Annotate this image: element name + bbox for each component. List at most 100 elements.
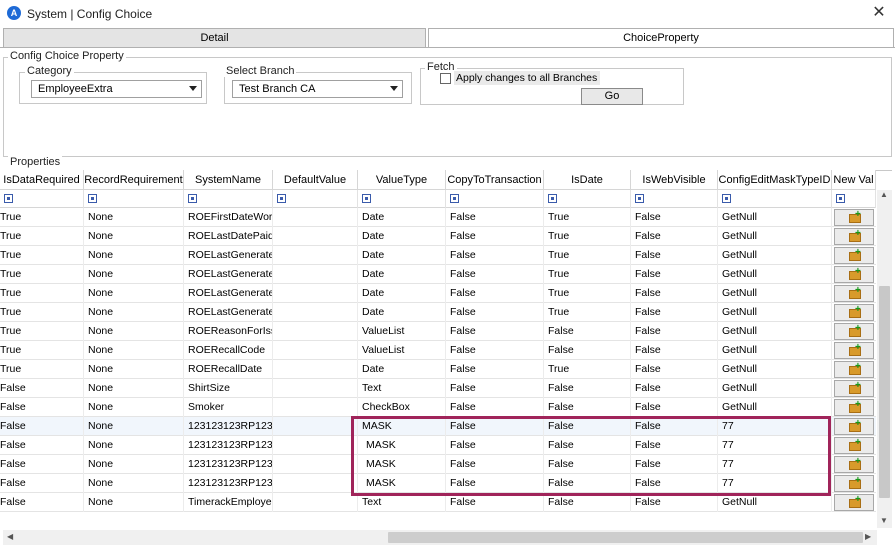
new-value-button[interactable]: +	[834, 475, 874, 492]
cell-default-value[interactable]	[273, 360, 358, 379]
cell-system-name[interactable]: ROEFirstDateWor	[184, 208, 273, 227]
cell-record-requirement[interactable]: None	[84, 455, 184, 474]
filter-cell[interactable]	[631, 190, 718, 208]
cell-system-name[interactable]: ROELastDatePaid	[184, 227, 273, 246]
cell-default-value[interactable]	[273, 341, 358, 360]
cell-system-name[interactable]: ROERecallCode	[184, 341, 273, 360]
table-row[interactable]: False None 123123123RP123 MASK False False Fal…	[0, 436, 876, 455]
column-header-default-value[interactable]: DefaultValue	[273, 170, 358, 190]
cell-system-name[interactable]: 123123123RP123	[184, 436, 273, 455]
cell-system-name[interactable]: ROELastGenerate	[184, 246, 273, 265]
cell-value-type[interactable]: Date	[358, 227, 446, 246]
cell-value-type[interactable]: ValueList	[358, 322, 446, 341]
cell-default-value[interactable]	[273, 227, 358, 246]
scroll-down-icon[interactable]: ▼	[880, 516, 888, 525]
horizontal-scrollbar[interactable]: ◀ ▶	[3, 530, 877, 545]
column-header-new-val[interactable]: New Val	[832, 170, 876, 190]
cell-is-data-required[interactable]: False	[0, 474, 84, 493]
cell-record-requirement[interactable]: None	[84, 208, 184, 227]
cell-is-web-visible[interactable]: False	[631, 398, 718, 417]
filter-cell[interactable]	[358, 190, 446, 208]
cell-default-value[interactable]	[273, 455, 358, 474]
cell-system-name[interactable]: ROELastGenerate	[184, 303, 273, 322]
column-header-is-date[interactable]: IsDate	[544, 170, 631, 190]
cell-default-value[interactable]	[273, 474, 358, 493]
cell-system-name[interactable]: 123123123RP123	[184, 455, 273, 474]
cell-default-value[interactable]	[273, 284, 358, 303]
cell-is-data-required[interactable]: True	[0, 322, 84, 341]
cell-config-edit-mask-type-id[interactable]: GetNull	[718, 379, 832, 398]
cell-default-value[interactable]	[273, 246, 358, 265]
cell-config-edit-mask-type-id[interactable]: GetNull	[718, 265, 832, 284]
cell-system-name[interactable]: TimerackEmploye	[184, 493, 273, 512]
cell-is-date[interactable]: False	[544, 379, 631, 398]
filter-cell[interactable]	[544, 190, 631, 208]
cell-is-data-required[interactable]: True	[0, 341, 84, 360]
table-row[interactable]: True None ROEFirstDateWor Date False True Fals…	[0, 208, 876, 227]
new-value-button[interactable]: +	[834, 456, 874, 473]
new-value-button[interactable]: +	[834, 399, 874, 416]
cell-value-type[interactable]: Date	[358, 265, 446, 284]
cell-config-edit-mask-type-id[interactable]: 77	[718, 417, 832, 436]
cell-config-edit-mask-type-id[interactable]: GetNull	[718, 227, 832, 246]
filter-cell[interactable]	[832, 190, 876, 208]
table-row[interactable]: True None ROELastGenerate Date False True Fals…	[0, 303, 876, 322]
cell-default-value[interactable]	[273, 398, 358, 417]
cell-record-requirement[interactable]: None	[84, 398, 184, 417]
table-row[interactable]: True None ROELastGenerate Date False True Fals…	[0, 246, 876, 265]
cell-config-edit-mask-type-id[interactable]: GetNull	[718, 341, 832, 360]
cell-record-requirement[interactable]: None	[84, 474, 184, 493]
cell-config-edit-mask-type-id[interactable]: GetNull	[718, 493, 832, 512]
cell-value-type[interactable]: CheckBox	[358, 398, 446, 417]
branch-select[interactable]: Test Branch CA	[232, 80, 403, 98]
cell-is-web-visible[interactable]: False	[631, 379, 718, 398]
cell-record-requirement[interactable]: None	[84, 322, 184, 341]
cell-config-edit-mask-type-id[interactable]: GetNull	[718, 208, 832, 227]
table-row[interactable]: True None ROELastGenerate Date False True Fals…	[0, 265, 876, 284]
cell-is-data-required[interactable]: True	[0, 265, 84, 284]
filter-cell[interactable]	[184, 190, 273, 208]
cell-is-web-visible[interactable]: False	[631, 246, 718, 265]
vertical-scrollbar[interactable]: ▲ ▼	[877, 190, 892, 528]
cell-value-type[interactable]: Date	[358, 284, 446, 303]
cell-is-date[interactable]: True	[544, 208, 631, 227]
cell-is-web-visible[interactable]: False	[631, 360, 718, 379]
cell-system-name[interactable]: ROERecallDate	[184, 360, 273, 379]
cell-is-web-visible[interactable]: False	[631, 341, 718, 360]
cell-is-web-visible[interactable]: False	[631, 303, 718, 322]
new-value-button[interactable]: +	[834, 266, 874, 283]
cell-config-edit-mask-type-id[interactable]: 77	[718, 436, 832, 455]
cell-is-web-visible[interactable]: False	[631, 284, 718, 303]
cell-default-value[interactable]	[273, 493, 358, 512]
cell-record-requirement[interactable]: None	[84, 417, 184, 436]
new-value-button[interactable]: +	[834, 304, 874, 321]
cell-copy-to-transaction[interactable]: False	[446, 417, 544, 436]
table-row[interactable]: False None 123123123RP123 MASK False False Fal…	[0, 474, 876, 493]
cell-is-data-required[interactable]: False	[0, 493, 84, 512]
cell-is-data-required[interactable]: False	[0, 436, 84, 455]
cell-default-value[interactable]	[273, 303, 358, 322]
new-value-button[interactable]: +	[834, 247, 874, 264]
table-row[interactable]: True None ROEReasonForIss ValueList False Fal…	[0, 322, 876, 341]
cell-is-web-visible[interactable]: False	[631, 322, 718, 341]
cell-copy-to-transaction[interactable]: False	[446, 474, 544, 493]
cell-value-type[interactable]: ValueList	[358, 341, 446, 360]
new-value-button[interactable]: +	[834, 323, 874, 340]
cell-default-value[interactable]	[273, 417, 358, 436]
cell-is-data-required[interactable]: True	[0, 360, 84, 379]
filter-cell[interactable]	[273, 190, 358, 208]
cell-copy-to-transaction[interactable]: False	[446, 246, 544, 265]
filter-icon[interactable]	[362, 194, 371, 203]
table-row[interactable]: False None 123123123RP123 MASK False False Fal…	[0, 417, 876, 436]
cell-value-type[interactable]: Text	[358, 493, 446, 512]
cell-value-type[interactable]: MASK	[358, 436, 446, 455]
scroll-up-icon[interactable]: ▲	[880, 190, 888, 199]
cell-is-date[interactable]: False	[544, 398, 631, 417]
cell-is-web-visible[interactable]: False	[631, 436, 718, 455]
cell-copy-to-transaction[interactable]: False	[446, 493, 544, 512]
cell-config-edit-mask-type-id[interactable]: GetNull	[718, 303, 832, 322]
new-value-button[interactable]: +	[834, 494, 874, 511]
cell-copy-to-transaction[interactable]: False	[446, 436, 544, 455]
cell-is-data-required[interactable]: False	[0, 455, 84, 474]
cell-is-date[interactable]: True	[544, 227, 631, 246]
